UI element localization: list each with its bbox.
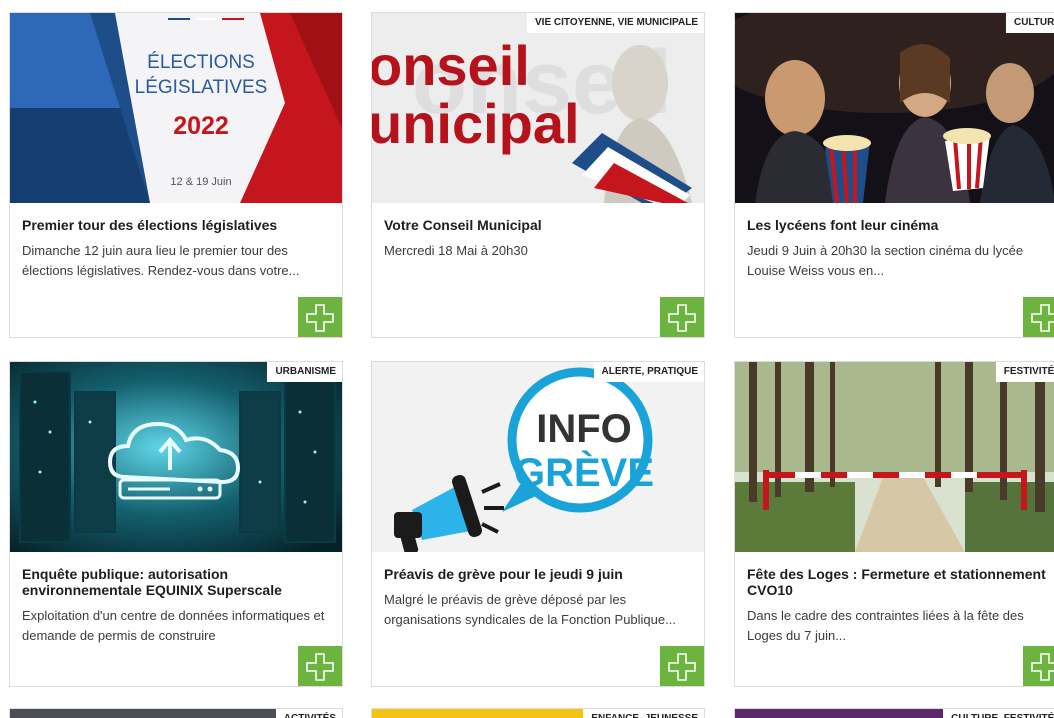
- card-title[interactable]: Premier tour des élections législatives: [22, 217, 330, 233]
- card-excerpt: Jeudi 9 Juin à 20h30 la section cinéma d…: [747, 243, 1024, 278]
- elections-line1: ÉLECTIONS: [147, 52, 255, 73]
- conseil-line2: unicipal: [372, 92, 580, 155]
- read-more-button[interactable]: [1023, 646, 1054, 686]
- card-image[interactable]: CULTURE: [735, 13, 1054, 203]
- plus-icon: [1031, 304, 1054, 332]
- greve-text: GRÈVE: [514, 450, 654, 495]
- read-more-button[interactable]: [298, 297, 342, 337]
- card-image[interactable]: ACTIVITÉS: [10, 709, 342, 718]
- category-tag[interactable]: ENFANCE, JEUNESSE: [583, 709, 704, 718]
- category-tag[interactable]: URBANISME: [267, 362, 342, 382]
- read-more-button[interactable]: [660, 646, 704, 686]
- read-more-button[interactable]: [298, 646, 342, 686]
- card-title[interactable]: Enquête publique: autorisation environne…: [22, 566, 330, 598]
- news-grid: ÉLECTIONS LÉGISLATIVES 2022 12 & 19 Juin…: [0, 0, 1054, 718]
- card-title[interactable]: Votre Conseil Municipal: [384, 217, 692, 233]
- card-title[interactable]: Préavis de grève pour le jeudi 9 juin: [384, 566, 692, 582]
- news-card-partial-2[interactable]: ENFANCE, JEUNESSE: [371, 708, 705, 718]
- plus-icon: [668, 653, 696, 681]
- category-tag[interactable]: VIE CITOYENNE, VIE MUNICIPALE: [527, 13, 704, 33]
- category-tag[interactable]: ACTIVITÉS: [275, 709, 342, 718]
- read-more-button[interactable]: [660, 297, 704, 337]
- card-image[interactable]: URBANISME: [10, 362, 342, 552]
- read-more-button[interactable]: [1023, 297, 1054, 337]
- card-excerpt: Dimanche 12 juin aura lieu le premier to…: [22, 243, 300, 278]
- card-image[interactable]: INFO GRÈVE ALERTE, PRATIQUE: [372, 362, 704, 552]
- card-excerpt: Exploitation d'un centre de données info…: [22, 608, 325, 643]
- news-card-fete-des-loges[interactable]: FESTIVITÉS Fête des Loges : Fermeture et…: [734, 361, 1054, 687]
- card-image[interactable]: FESTIVITÉS: [735, 362, 1054, 552]
- elections-dates: 12 & 19 Juin: [170, 176, 231, 188]
- news-card-conseil-municipal[interactable]: onseil onseil unicipal VIE CITOYENNE, VI…: [371, 12, 705, 338]
- news-card-partial-3[interactable]: CULTURE, FESTIVITÉS: [734, 708, 1054, 718]
- card-image[interactable]: onseil onseil unicipal VIE CITOYENNE, VI…: [372, 13, 704, 203]
- card-excerpt: Dans le cadre des contraintes liées à la…: [747, 608, 1024, 643]
- category-tag[interactable]: CULTURE: [1005, 13, 1054, 33]
- news-card-cinema[interactable]: CULTURE Les lycéens font leur cinéma Jeu…: [734, 12, 1054, 338]
- news-card-elections[interactable]: ÉLECTIONS LÉGISLATIVES 2022 12 & 19 Juin…: [9, 12, 343, 338]
- card-excerpt: Malgré le préavis de grève déposé par le…: [384, 592, 676, 627]
- plus-icon: [306, 304, 334, 332]
- news-card-equinix[interactable]: URBANISME Enquête publique: autorisation…: [9, 361, 343, 687]
- conseil-line1: onseil: [372, 34, 530, 97]
- card-title[interactable]: Fête des Loges : Fermeture et stationnem…: [747, 566, 1054, 598]
- news-card-partial-1[interactable]: ACTIVITÉS: [9, 708, 343, 718]
- plus-icon: [1031, 653, 1054, 681]
- info-text: INFO: [536, 407, 632, 451]
- plus-icon: [306, 653, 334, 681]
- card-image[interactable]: ÉLECTIONS LÉGISLATIVES 2022 12 & 19 Juin: [10, 13, 342, 203]
- card-image[interactable]: ENFANCE, JEUNESSE: [372, 709, 704, 718]
- plus-icon: [668, 304, 696, 332]
- category-tag[interactable]: FESTIVITÉS: [995, 362, 1054, 382]
- news-card-greve[interactable]: INFO GRÈVE ALERTE, PRATIQUE Préavis de g…: [371, 361, 705, 687]
- category-tag[interactable]: ALERTE, PRATIQUE: [593, 362, 704, 382]
- card-image[interactable]: CULTURE, FESTIVITÉS: [735, 709, 1054, 718]
- elections-line2: LÉGISLATIVES: [135, 77, 268, 98]
- card-excerpt: Mercredi 18 Mai à 20h30: [384, 243, 528, 258]
- category-tag[interactable]: CULTURE, FESTIVITÉS: [943, 709, 1054, 718]
- elections-year: 2022: [173, 112, 229, 140]
- card-title[interactable]: Les lycéens font leur cinéma: [747, 217, 1054, 233]
